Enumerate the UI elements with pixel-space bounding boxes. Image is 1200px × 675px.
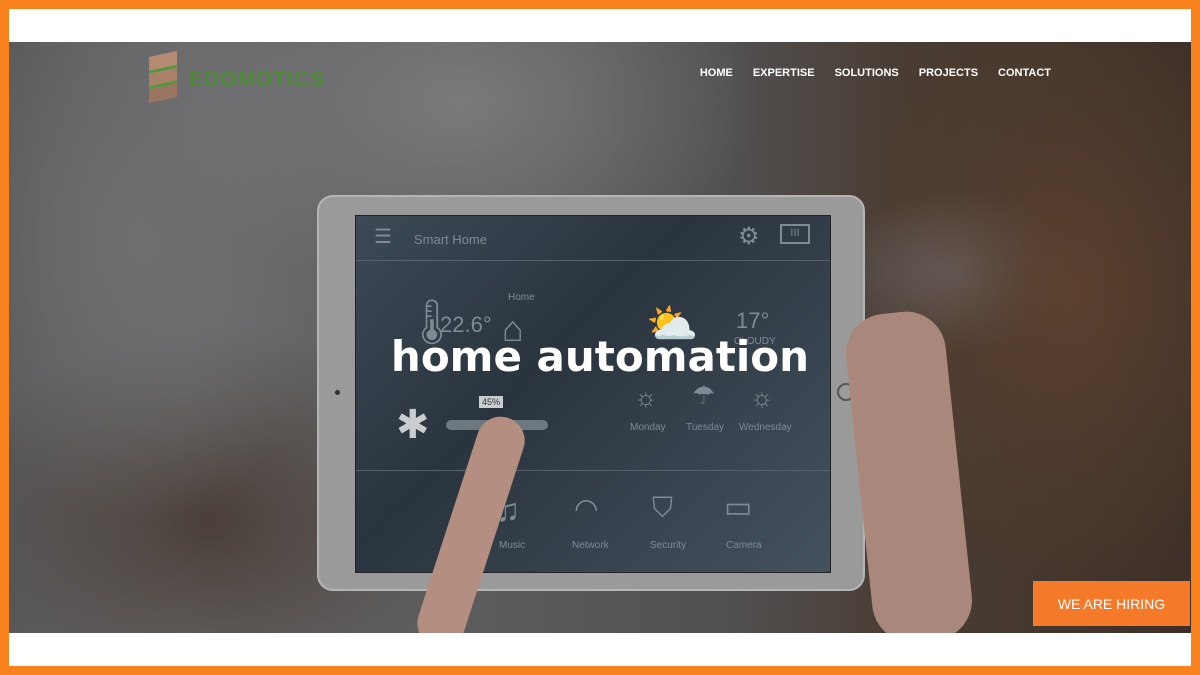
rain-icon: ☂ bbox=[692, 380, 716, 410]
logo-mark bbox=[149, 51, 177, 103]
control-label: Security bbox=[650, 540, 687, 551]
hero-title: home automation bbox=[390, 332, 810, 381]
fan-icon: ✱ bbox=[396, 403, 430, 447]
logo[interactable]: EDOMOTICS bbox=[149, 51, 326, 103]
wifi-icon: ◠ bbox=[574, 493, 599, 524]
divider bbox=[356, 470, 830, 471]
sun-icon: ☼ bbox=[750, 382, 774, 412]
home-label: Home bbox=[508, 292, 535, 303]
battery-icon: III bbox=[780, 224, 810, 244]
fan-level: 45% bbox=[479, 396, 504, 408]
app-title: Smart Home bbox=[414, 232, 487, 247]
camera-dot bbox=[335, 390, 340, 395]
control-label: Camera bbox=[726, 540, 762, 551]
tablet-image: ☰ Smart Home ⚙ III 🌡 22.6° Home ⌂ ⛅ 17° … bbox=[317, 195, 865, 591]
control-label: Network bbox=[572, 540, 609, 551]
menu-icon: ☰ bbox=[374, 226, 392, 248]
hero-section: ☰ Smart Home ⚙ III 🌡 22.6° Home ⌂ ⛅ 17° … bbox=[9, 42, 1191, 633]
shield-icon: ⛉ bbox=[652, 492, 674, 523]
sun-icon: ☼ bbox=[634, 382, 658, 412]
nav-projects[interactable]: PROJECTS bbox=[919, 67, 978, 79]
logo-text: EDOMOTICS bbox=[189, 68, 326, 91]
nav-solutions[interactable]: SOLUTIONS bbox=[835, 67, 899, 79]
weather-temp: 17° bbox=[736, 308, 770, 333]
nav-home[interactable]: HOME bbox=[700, 67, 733, 79]
day-label: Monday bbox=[630, 422, 666, 433]
nav-contact[interactable]: CONTACT bbox=[998, 67, 1051, 79]
main-nav: HOME EXPERTISE SOLUTIONS PROJECTS CONTAC… bbox=[700, 67, 1051, 79]
control-label: Music bbox=[499, 540, 526, 551]
divider bbox=[356, 260, 830, 261]
camera-icon: ▭ bbox=[724, 491, 753, 524]
we-are-hiring-button[interactable]: WE ARE HIRING bbox=[1033, 581, 1190, 626]
nav-expertise[interactable]: EXPERTISE bbox=[753, 67, 815, 79]
tablet-screen: ☰ Smart Home ⚙ III 🌡 22.6° Home ⌂ ⛅ 17° … bbox=[355, 215, 831, 573]
day-label: Tuesday bbox=[686, 422, 724, 433]
gear-icon: ⚙ bbox=[738, 223, 760, 250]
day-label: Wednesday bbox=[739, 422, 792, 433]
